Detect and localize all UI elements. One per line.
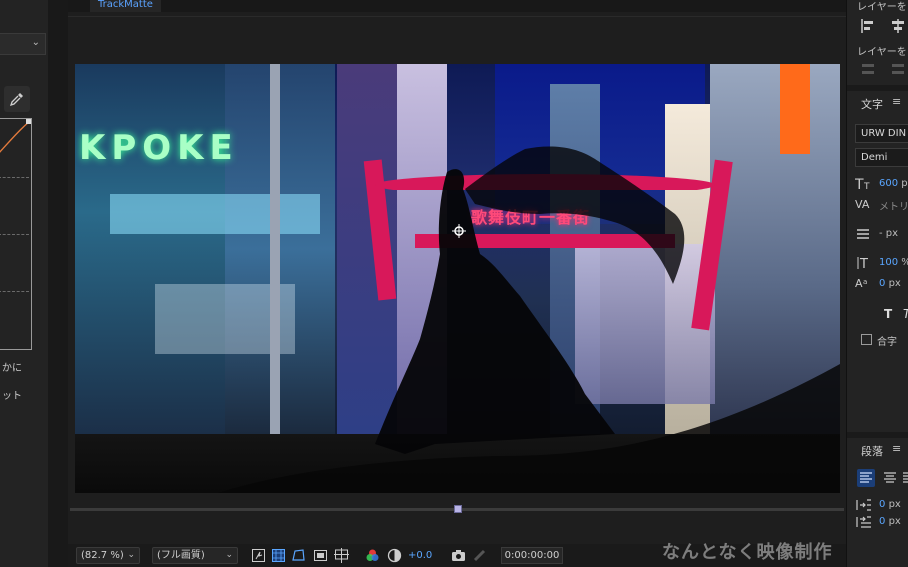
chevron-down-icon: ⌄ [127, 550, 135, 560]
panel-separator [847, 432, 908, 438]
left-dropdown[interactable]: ⌄ [0, 33, 46, 55]
resolution-value: (フル画質) [157, 550, 205, 561]
ligature-label: 合字 [877, 337, 897, 348]
font-size-value[interactable]: 600 px [879, 178, 908, 189]
svg-text:T: T [855, 177, 864, 192]
grid-line [0, 291, 29, 292]
distribute-top-icon[interactable] [859, 60, 877, 78]
indent-first-line-icon [855, 514, 873, 530]
distribute-layer-label: レイヤーを [857, 47, 907, 58]
svg-text:T: T [859, 257, 868, 271]
zoom-dropdown[interactable]: (82.7 %) ⌄ [76, 547, 140, 564]
panel-divider[interactable] [48, 0, 68, 567]
snapshot-toggle-icon[interactable] [251, 548, 266, 563]
indent-first-line-value[interactable]: 0 px [879, 516, 901, 527]
align-text-right-button[interactable] [903, 469, 908, 487]
left-option-1[interactable]: かに [0, 358, 30, 380]
left-option-2[interactable]: ット [0, 386, 30, 408]
indent-left-icon [855, 497, 873, 513]
watermark-logo: なんとなく映像制作 [662, 542, 833, 563]
zoom-value: (82.7 %) [81, 550, 124, 561]
font-style-field[interactable]: Demi [855, 148, 908, 167]
svg-text:a: a [863, 278, 867, 286]
character-menu-icon[interactable]: ≡ [892, 95, 901, 108]
channel-color-icon[interactable] [365, 548, 380, 563]
panel-separator [847, 85, 908, 91]
mask-path-icon[interactable] [291, 548, 306, 563]
properties-panel: レイヤーを レイヤーを 文字 ≡ URW DIN C Demi TT 600 p… [846, 0, 908, 567]
curve-graph[interactable] [0, 118, 32, 350]
align-center-icon[interactable] [889, 17, 907, 35]
svg-text:T: T [884, 307, 893, 319]
svg-text:T: T [903, 307, 908, 319]
leading-icon [855, 226, 873, 242]
grid-line [0, 177, 29, 178]
baseline-shift-value[interactable]: 0 px [879, 278, 901, 289]
align-text-left-icon [860, 472, 872, 483]
paragraph-menu-icon[interactable]: ≡ [892, 442, 901, 455]
timecode-field[interactable]: 0:00:00:00 [501, 547, 563, 564]
character-panel-title: 文字 [861, 98, 883, 111]
font-size-icon: TT [854, 176, 873, 193]
kerning-icon: VA [855, 196, 873, 212]
font-family-field[interactable]: URW DIN C [855, 124, 908, 143]
exposure-value[interactable]: +0.0 [408, 550, 432, 561]
eyedropper-button[interactable] [4, 86, 30, 112]
svg-text:A: A [855, 277, 863, 290]
effect-controls-panel: ⌄ かに ット [0, 0, 48, 567]
viewer-tab-bar: TrackMatte [68, 0, 846, 12]
chevron-down-icon: ⌄ [225, 550, 233, 560]
resolution-dropdown[interactable]: (フル画質) ⌄ [152, 547, 238, 564]
ligature-checkbox[interactable] [861, 334, 872, 345]
curve-line [0, 119, 31, 153]
align-text-left-button[interactable] [857, 469, 875, 487]
leading-value[interactable]: - px [879, 228, 898, 239]
align-layer-label: レイヤーを [857, 2, 907, 13]
svg-text:VA: VA [855, 198, 870, 211]
kerning-value[interactable]: メトリ [879, 198, 908, 213]
align-text-center-icon [884, 472, 896, 483]
divider [68, 16, 846, 17]
composition-viewer: TrackMatte KPOKE 歌舞伎町一番街 (82.7 %) ⌄ (フル画… [68, 0, 846, 567]
align-text-right-icon [903, 472, 908, 483]
tab-trackmatte[interactable]: TrackMatte [90, 0, 161, 12]
svg-text:T: T [863, 182, 870, 192]
faux-bold-icon[interactable]: T [883, 307, 895, 319]
indent-left-value[interactable]: 0 px [879, 499, 901, 510]
grid-guide-icon[interactable] [271, 548, 286, 563]
faux-italic-icon[interactable]: T [903, 307, 908, 319]
dancer-silhouette [215, 146, 840, 493]
exposure-reset-icon[interactable] [387, 548, 402, 563]
camera-snapshot-icon[interactable] [451, 548, 466, 563]
timeline-mini-handle[interactable] [454, 505, 462, 513]
align-left-icon[interactable] [859, 17, 877, 35]
baseline-shift-icon: Aa [855, 276, 873, 292]
region-of-interest-icon[interactable] [313, 548, 328, 563]
grid-line [0, 234, 29, 235]
vertical-scale-value[interactable]: 100 % [879, 257, 908, 268]
vertical-scale-icon: T [855, 255, 873, 272]
transparency-grid-icon[interactable] [334, 548, 349, 563]
show-snapshot-icon[interactable] [472, 548, 487, 563]
align-text-center-button[interactable] [881, 469, 899, 487]
eyedropper-icon [10, 93, 23, 106]
chevron-down-icon: ⌄ [31, 37, 40, 48]
distribute-center-icon[interactable] [889, 60, 907, 78]
anchor-point-icon[interactable] [452, 224, 466, 238]
paragraph-panel-title: 段落 [861, 445, 883, 458]
composition-canvas[interactable]: KPOKE 歌舞伎町一番街 [75, 64, 840, 493]
